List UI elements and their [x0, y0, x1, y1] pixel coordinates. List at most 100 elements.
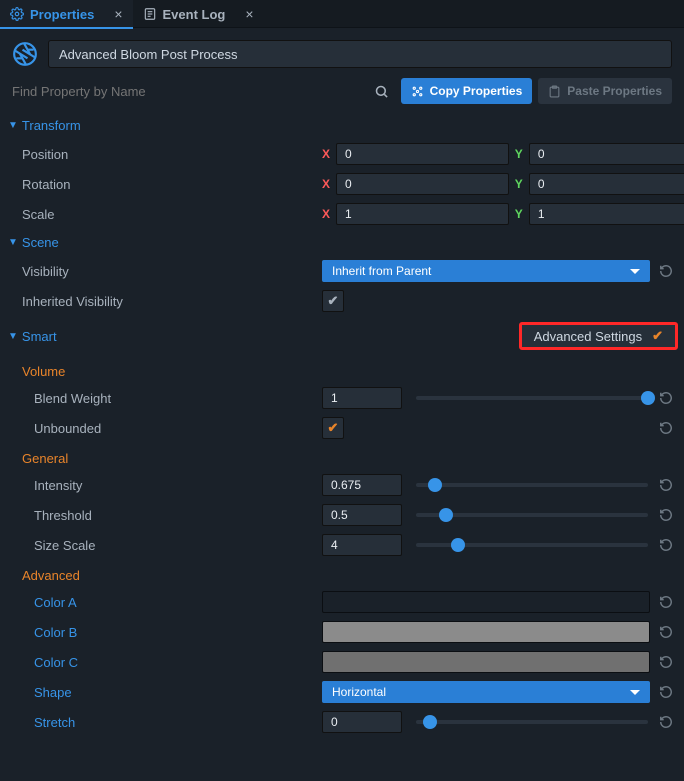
property-label[interactable]: Color B [34, 625, 322, 640]
size-scale-slider[interactable] [416, 543, 648, 547]
subgroup-volume: Volume [0, 356, 684, 383]
chevron-down-icon: ▼ [8, 237, 18, 248]
close-icon[interactable]: × [245, 6, 253, 22]
rotation-x-input[interactable] [336, 173, 509, 195]
intensity-slider[interactable] [416, 483, 648, 487]
section-smart[interactable]: ▼ Smart Advanced Settings ✔ [0, 316, 684, 356]
scale-y-input[interactable] [529, 203, 684, 225]
property-color-b: Color B [0, 617, 684, 647]
reset-icon[interactable] [654, 650, 678, 674]
position-y-input[interactable] [529, 143, 684, 165]
stretch-input[interactable] [322, 711, 402, 733]
threshold-slider[interactable] [416, 513, 648, 517]
axis-x-label: X [322, 147, 330, 161]
button-label: Copy Properties [430, 84, 523, 98]
property-position: Position X Y Z [0, 139, 684, 169]
reset-icon[interactable] [654, 533, 678, 557]
property-rotation: Rotation X Y Z [0, 169, 684, 199]
subgroup-general: General [0, 443, 684, 470]
section-scene[interactable]: ▼ Scene [0, 229, 684, 256]
axis-x-label: X [322, 177, 330, 191]
stretch-slider[interactable] [416, 720, 648, 724]
reset-icon[interactable] [654, 680, 678, 704]
blend-weight-input[interactable] [322, 387, 402, 409]
property-label: Position [22, 147, 322, 162]
axis-x-label: X [322, 207, 330, 221]
subgroup-advanced: Advanced [0, 560, 684, 587]
aperture-icon [12, 41, 38, 67]
property-shape: Shape Horizontal [0, 677, 684, 707]
toggle-label: Advanced Settings [534, 329, 642, 344]
property-label[interactable]: Shape [34, 685, 322, 700]
blend-weight-slider[interactable] [416, 396, 648, 400]
shape-select[interactable]: Horizontal [322, 681, 650, 703]
color-c-swatch[interactable] [322, 651, 650, 673]
reset-icon[interactable] [654, 416, 678, 440]
select-value: Inherit from Parent [332, 264, 431, 278]
property-label[interactable]: Stretch [34, 715, 322, 730]
property-label: Size Scale [34, 538, 322, 553]
reset-icon[interactable] [654, 503, 678, 527]
reset-icon[interactable] [654, 259, 678, 283]
property-label: Rotation [22, 177, 322, 192]
tab-label: Event Log [163, 7, 226, 22]
reset-icon[interactable] [654, 620, 678, 644]
unbounded-checkbox[interactable]: ✔ [322, 417, 344, 439]
object-header [0, 28, 684, 74]
property-label[interactable]: Color A [34, 595, 322, 610]
intensity-input[interactable] [322, 474, 402, 496]
property-filter-input[interactable] [6, 78, 363, 104]
property-label: Visibility [22, 264, 322, 279]
property-color-c: Color C [0, 647, 684, 677]
select-value: Horizontal [332, 685, 386, 699]
position-x-input[interactable] [336, 143, 509, 165]
property-label: Intensity [34, 478, 322, 493]
section-title: Smart [22, 329, 57, 344]
chevron-down-icon: ▼ [8, 120, 18, 131]
section-title: Transform [22, 118, 81, 133]
tab-event-log[interactable]: Event Log × [133, 0, 264, 28]
tab-properties[interactable]: Properties × [0, 0, 133, 28]
tab-bar: Properties × Event Log × [0, 0, 684, 28]
visibility-select[interactable]: Inherit from Parent [322, 260, 650, 282]
section-transform[interactable]: ▼ Transform [0, 112, 684, 139]
axis-y-label: Y [515, 207, 523, 221]
copy-properties-button[interactable]: Copy Properties [401, 78, 533, 104]
property-threshold: Threshold [0, 500, 684, 530]
paste-properties-button[interactable]: Paste Properties [538, 78, 672, 104]
button-label: Paste Properties [567, 84, 662, 98]
rotation-y-input[interactable] [529, 173, 684, 195]
object-name-input[interactable] [48, 40, 672, 68]
list-icon [143, 7, 157, 21]
close-icon[interactable]: × [114, 6, 122, 22]
property-scale: Scale X Y Z [0, 199, 684, 229]
property-label: Threshold [34, 508, 322, 523]
size-scale-input[interactable] [322, 534, 402, 556]
gear-icon [10, 7, 24, 21]
tab-label: Properties [30, 7, 94, 22]
filter-row: Copy Properties Paste Properties [0, 74, 684, 112]
property-stretch: Stretch [0, 707, 684, 737]
threshold-input[interactable] [322, 504, 402, 526]
axis-y-label: Y [515, 147, 523, 161]
inherited-visibility-checkbox[interactable]: ✔ [322, 290, 344, 312]
chevron-down-icon: ▼ [8, 331, 18, 342]
reset-icon[interactable] [654, 473, 678, 497]
color-b-swatch[interactable] [322, 621, 650, 643]
section-title: Scene [22, 235, 59, 250]
property-color-a: Color A [0, 587, 684, 617]
property-label: Scale [22, 207, 322, 222]
property-label: Blend Weight [34, 391, 322, 406]
axis-y-label: Y [515, 177, 523, 191]
property-label: Inherited Visibility [22, 294, 322, 309]
check-icon: ✔ [652, 328, 663, 344]
reset-icon[interactable] [654, 386, 678, 410]
property-label[interactable]: Color C [34, 655, 322, 670]
property-inherited-visibility: Inherited Visibility ✔ [0, 286, 684, 316]
scale-x-input[interactable] [336, 203, 509, 225]
reset-icon[interactable] [654, 710, 678, 734]
color-a-swatch[interactable] [322, 591, 650, 613]
advanced-settings-toggle[interactable]: Advanced Settings ✔ [519, 322, 678, 350]
search-icon[interactable] [369, 78, 395, 104]
reset-icon[interactable] [654, 590, 678, 614]
